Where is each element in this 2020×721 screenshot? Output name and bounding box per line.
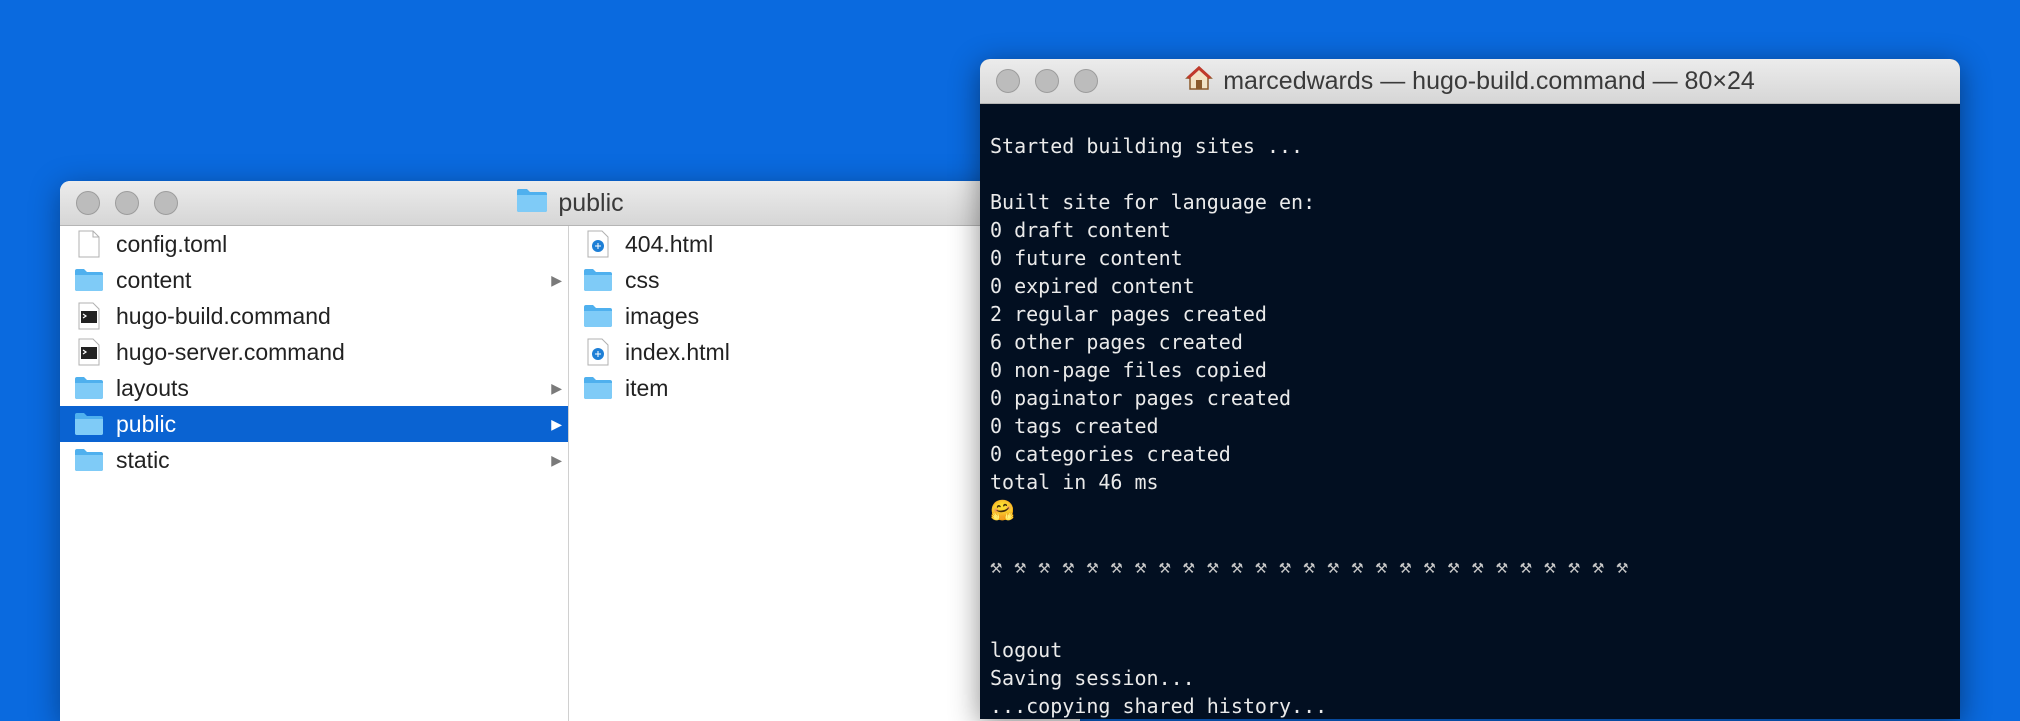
file-name: index.html: [625, 338, 730, 365]
file-row[interactable]: public ▶: [60, 406, 568, 442]
terminal-line: 0 non-page files copied: [990, 358, 1267, 382]
file-row[interactable]: layouts ▶: [60, 370, 568, 406]
folder-icon: [583, 302, 613, 330]
file-name: hugo-build.command: [116, 302, 331, 329]
folder-icon: [583, 266, 613, 294]
folder-icon: [583, 374, 613, 402]
disclosure-arrow-icon: ▶: [551, 415, 562, 432]
file-name: item: [625, 374, 669, 401]
finder-titlebar[interactable]: public: [60, 181, 1080, 226]
terminal-line: Started building sites ...: [990, 134, 1304, 158]
file-row[interactable]: static ▶: [60, 442, 568, 478]
file-name: content: [116, 266, 192, 293]
finder-window: public config.toml content ▶ hugo-build.com…: [60, 181, 1080, 721]
terminal-title-text: marcedwards — hugo-build.command — 80×24: [1223, 66, 1755, 95]
terminal-line: 0 paginator pages created: [990, 386, 1292, 410]
terminal-line: 0 draft content: [990, 218, 1171, 242]
disclosure-arrow-icon: ▶: [551, 379, 562, 396]
terminal-line: 0 future content: [990, 246, 1183, 270]
folder-icon: [74, 266, 104, 294]
terminal-line: logout: [990, 638, 1063, 662]
terminal-line: total in 46 ms: [990, 470, 1159, 494]
file-name: static: [116, 446, 170, 473]
terminal-line: 0 categories created: [990, 442, 1231, 466]
terminal-title: marcedwards — hugo-build.command — 80×24: [980, 59, 1960, 103]
file-row[interactable]: config.toml: [60, 226, 568, 262]
terminal-line: ⚒ ⚒ ⚒ ⚒ ⚒ ⚒ ⚒ ⚒ ⚒ ⚒ ⚒ ⚒ ⚒ ⚒ ⚒ ⚒ ⚒ ⚒ ⚒ ⚒ …: [990, 554, 1629, 578]
terminal-output[interactable]: Started building sites ... Built site for…: [980, 104, 1960, 719]
file-row[interactable]: content ▶: [60, 262, 568, 298]
terminal-file-icon: [74, 338, 104, 366]
html-file-icon: [583, 338, 613, 366]
finder-title: public: [60, 181, 1080, 225]
file-name: public: [116, 410, 177, 437]
folder-icon: [516, 187, 548, 220]
disclosure-arrow-icon: ▶: [551, 451, 562, 468]
file-name: 404.html: [625, 230, 714, 257]
finder-column-1[interactable]: config.toml content ▶ hugo-build.command hug…: [60, 226, 569, 721]
terminal-line: Saving session...: [990, 666, 1195, 690]
file-name: layouts: [116, 374, 189, 401]
folder-icon: [74, 446, 104, 474]
terminal-titlebar[interactable]: marcedwards — hugo-build.command — 80×24: [980, 59, 1960, 104]
file-row[interactable]: hugo-server.command: [60, 334, 568, 370]
document-icon: [74, 230, 104, 258]
terminal-line: 0 tags created: [990, 414, 1159, 438]
terminal-window: marcedwards — hugo-build.command — 80×24…: [980, 59, 1960, 719]
home-icon: [1185, 65, 1214, 98]
terminal-file-icon: [74, 302, 104, 330]
file-row[interactable]: hugo-build.command: [60, 298, 568, 334]
html-file-icon: [583, 230, 613, 258]
finder-title-text: public: [558, 188, 624, 217]
file-name: config.toml: [116, 230, 228, 257]
disclosure-arrow-icon: ▶: [551, 271, 562, 288]
folder-icon: [74, 374, 104, 402]
terminal-line: 2 regular pages created: [990, 302, 1267, 326]
folder-icon: [74, 410, 104, 438]
terminal-line: 0 expired content: [990, 274, 1195, 298]
terminal-line: 6 other pages created: [990, 330, 1243, 354]
file-name: images: [625, 302, 700, 329]
terminal-line: ...copying shared history...: [990, 694, 1328, 718]
terminal-line: 🤗: [990, 498, 1015, 522]
file-name: hugo-server.command: [116, 338, 345, 365]
file-name: css: [625, 266, 660, 293]
terminal-line: Built site for language en:: [990, 190, 1316, 214]
